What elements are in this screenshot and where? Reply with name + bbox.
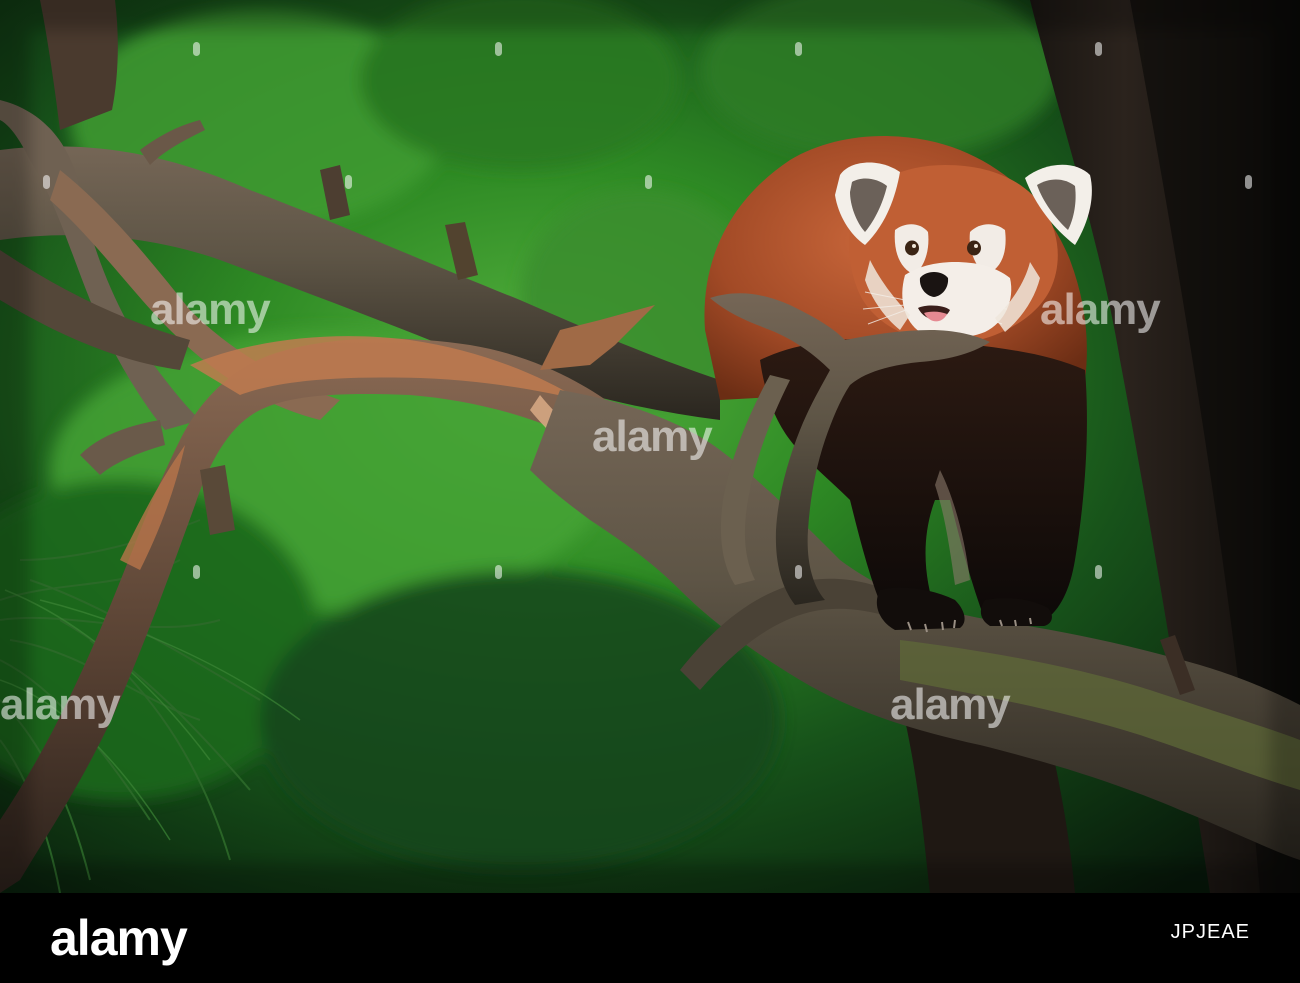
footer-bar: alamy JPJEAE: [0, 893, 1300, 983]
stock-photo-page: alamy alamy alamy alamy alamy alamy JPJE…: [0, 0, 1300, 983]
brand-logo: alamy: [50, 910, 188, 966]
red-panda-photo: [0, 0, 1300, 893]
image-id: JPJEAE: [1170, 921, 1250, 943]
photo-illustration: [0, 0, 1300, 893]
